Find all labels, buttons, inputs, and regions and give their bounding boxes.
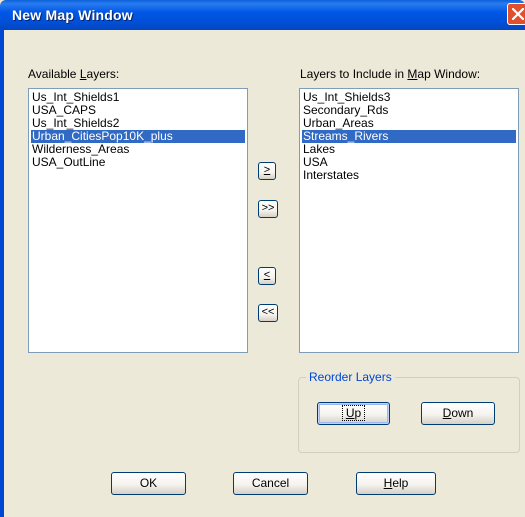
remove-layer-button[interactable]: < <box>258 267 276 285</box>
title-bar[interactable]: New Map Window <box>0 0 525 30</box>
available-layers-label: Available Layers: <box>28 67 120 81</box>
close-icon <box>512 8 524 20</box>
include-layers-label: Layers to Include in Map Window: <box>300 67 481 81</box>
list-item[interactable]: Lakes <box>302 143 516 156</box>
remove-all-label: << <box>261 306 275 318</box>
ok-button[interactable]: OK <box>111 472 186 495</box>
list-item[interactable]: Interstates <box>302 169 516 182</box>
window-title: New Map Window <box>12 7 133 23</box>
add-layer-label: > <box>263 164 271 176</box>
reorder-layers-title: Reorder Layers <box>306 370 395 384</box>
window-frame-left <box>0 30 4 517</box>
remove-layer-label: < <box>263 269 271 281</box>
close-button[interactable] <box>507 3 525 25</box>
include-layers-list[interactable]: Us_Int_Shields3 Secondary_Rds Urban_Areas S… <box>299 88 519 353</box>
remove-all-layers-button[interactable]: << <box>258 304 278 322</box>
move-up-button[interactable]: Up <box>317 402 390 425</box>
add-layer-button[interactable]: > <box>258 162 276 180</box>
list-item[interactable]: USA_OutLine <box>31 156 245 169</box>
add-all-label: >> <box>261 202 275 214</box>
available-layers-list[interactable]: Us_Int_Shields1 USA_CAPS Us_Int_Shields2 Ur… <box>28 88 248 353</box>
move-down-button[interactable]: Down <box>421 402 495 425</box>
add-all-layers-button[interactable]: >> <box>258 200 278 218</box>
cancel-button[interactable]: Cancel <box>233 472 308 495</box>
help-button[interactable]: Help <box>356 472 436 495</box>
